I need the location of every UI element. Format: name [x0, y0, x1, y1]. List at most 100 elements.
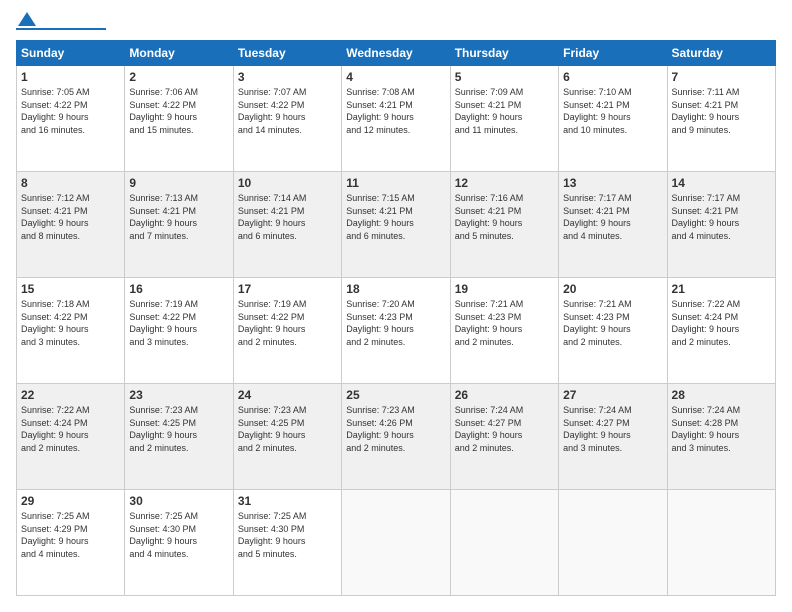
- day-number: 3: [238, 70, 337, 84]
- calendar-day-cell: 28 Sunrise: 7:24 AM Sunset: 4:28 PM Dayli…: [667, 384, 775, 490]
- calendar-day-cell: 19 Sunrise: 7:21 AM Sunset: 4:23 PM Dayli…: [450, 278, 558, 384]
- day-number: 27: [563, 388, 662, 402]
- day-number: 31: [238, 494, 337, 508]
- calendar-day-cell: 13 Sunrise: 7:17 AM Sunset: 4:21 PM Dayli…: [559, 172, 667, 278]
- day-info: Sunrise: 7:24 AM Sunset: 4:28 PM Dayligh…: [672, 404, 771, 454]
- day-number: 16: [129, 282, 228, 296]
- day-info: Sunrise: 7:25 AM Sunset: 4:30 PM Dayligh…: [129, 510, 228, 560]
- weekday-header-thursday: Thursday: [450, 41, 558, 66]
- day-number: 6: [563, 70, 662, 84]
- weekday-header-friday: Friday: [559, 41, 667, 66]
- calendar-day-cell: 5Sunrise: 7:09 AM Sunset: 4:21 PM Daylig…: [450, 66, 558, 172]
- calendar-week-row: 29 Sunrise: 7:25 AM Sunset: 4:29 PM Dayli…: [17, 490, 776, 596]
- day-info: Sunrise: 7:21 AM Sunset: 4:23 PM Dayligh…: [563, 298, 662, 348]
- calendar-day-cell: 31 Sunrise: 7:25 AM Sunset: 4:30 PM Dayli…: [233, 490, 341, 596]
- calendar-day-cell: 12 Sunrise: 7:16 AM Sunset: 4:21 PM Dayli…: [450, 172, 558, 278]
- day-number: 10: [238, 176, 337, 190]
- calendar-table: SundayMondayTuesdayWednesdayThursdayFrid…: [16, 40, 776, 596]
- day-number: 17: [238, 282, 337, 296]
- calendar-empty-cell: [559, 490, 667, 596]
- calendar-day-cell: 1 Sunrise: 7:05 AM Sunset: 4:22 PM Daylig…: [17, 66, 125, 172]
- day-number: 2: [129, 70, 228, 84]
- day-info: Sunrise: 7:22 AM Sunset: 4:24 PM Dayligh…: [21, 404, 120, 454]
- day-info: Sunrise: 7:12 AM Sunset: 4:21 PM Dayligh…: [21, 192, 120, 242]
- day-info: Sunrise: 7:08 AM Sunset: 4:21 PM Dayligh…: [346, 86, 445, 136]
- logo: [16, 16, 106, 30]
- day-info: Sunrise: 7:23 AM Sunset: 4:26 PM Dayligh…: [346, 404, 445, 454]
- day-info: Sunrise: 7:21 AM Sunset: 4:23 PM Dayligh…: [455, 298, 554, 348]
- calendar-day-cell: 22 Sunrise: 7:22 AM Sunset: 4:24 PM Dayli…: [17, 384, 125, 490]
- day-info: Sunrise: 7:07 AM Sunset: 4:22 PM Dayligh…: [238, 86, 337, 136]
- calendar-day-cell: 15 Sunrise: 7:18 AM Sunset: 4:22 PM Dayli…: [17, 278, 125, 384]
- day-number: 21: [672, 282, 771, 296]
- day-number: 18: [346, 282, 445, 296]
- calendar-day-cell: 26Sunrise: 7:24 AM Sunset: 4:27 PM Dayli…: [450, 384, 558, 490]
- day-info: Sunrise: 7:10 AM Sunset: 4:21 PM Dayligh…: [563, 86, 662, 136]
- calendar-day-cell: 14Sunrise: 7:17 AM Sunset: 4:21 PM Dayli…: [667, 172, 775, 278]
- day-info: Sunrise: 7:24 AM Sunset: 4:27 PM Dayligh…: [455, 404, 554, 454]
- day-info: Sunrise: 7:13 AM Sunset: 4:21 PM Dayligh…: [129, 192, 228, 242]
- day-number: 13: [563, 176, 662, 190]
- day-info: Sunrise: 7:09 AM Sunset: 4:21 PM Dayligh…: [455, 86, 554, 136]
- day-number: 30: [129, 494, 228, 508]
- day-number: 8: [21, 176, 120, 190]
- day-number: 23: [129, 388, 228, 402]
- weekday-header-wednesday: Wednesday: [342, 41, 450, 66]
- calendar-empty-cell: [450, 490, 558, 596]
- calendar-day-cell: 20Sunrise: 7:21 AM Sunset: 4:23 PM Dayli…: [559, 278, 667, 384]
- calendar-day-cell: 7 Sunrise: 7:11 AM Sunset: 4:21 PM Daylig…: [667, 66, 775, 172]
- day-number: 25: [346, 388, 445, 402]
- calendar-empty-cell: [342, 490, 450, 596]
- calendar-day-cell: 10 Sunrise: 7:14 AM Sunset: 4:21 PM Dayli…: [233, 172, 341, 278]
- calendar-day-cell: 25 Sunrise: 7:23 AM Sunset: 4:26 PM Dayli…: [342, 384, 450, 490]
- calendar-week-row: 1 Sunrise: 7:05 AM Sunset: 4:22 PM Daylig…: [17, 66, 776, 172]
- day-info: Sunrise: 7:24 AM Sunset: 4:27 PM Dayligh…: [563, 404, 662, 454]
- calendar-day-cell: 30 Sunrise: 7:25 AM Sunset: 4:30 PM Dayli…: [125, 490, 233, 596]
- day-number: 19: [455, 282, 554, 296]
- day-number: 28: [672, 388, 771, 402]
- calendar-day-cell: 6 Sunrise: 7:10 AM Sunset: 4:21 PM Daylig…: [559, 66, 667, 172]
- calendar-day-cell: 27 Sunrise: 7:24 AM Sunset: 4:27 PM Dayli…: [559, 384, 667, 490]
- day-number: 7: [672, 70, 771, 84]
- day-number: 14: [672, 176, 771, 190]
- day-number: 22: [21, 388, 120, 402]
- calendar-day-cell: 24Sunrise: 7:23 AM Sunset: 4:25 PM Dayli…: [233, 384, 341, 490]
- weekday-header-saturday: Saturday: [667, 41, 775, 66]
- day-number: 12: [455, 176, 554, 190]
- calendar-day-cell: 23 Sunrise: 7:23 AM Sunset: 4:25 PM Dayli…: [125, 384, 233, 490]
- day-info: Sunrise: 7:23 AM Sunset: 4:25 PM Dayligh…: [129, 404, 228, 454]
- day-info: Sunrise: 7:25 AM Sunset: 4:30 PM Dayligh…: [238, 510, 337, 560]
- day-number: 9: [129, 176, 228, 190]
- calendar-day-cell: 2 Sunrise: 7:06 AM Sunset: 4:22 PM Daylig…: [125, 66, 233, 172]
- page: SundayMondayTuesdayWednesdayThursdayFrid…: [0, 0, 792, 612]
- day-info: Sunrise: 7:14 AM Sunset: 4:21 PM Dayligh…: [238, 192, 337, 242]
- calendar-day-cell: 21 Sunrise: 7:22 AM Sunset: 4:24 PM Dayli…: [667, 278, 775, 384]
- day-info: Sunrise: 7:22 AM Sunset: 4:24 PM Dayligh…: [672, 298, 771, 348]
- day-number: 29: [21, 494, 120, 508]
- calendar-day-cell: 29 Sunrise: 7:25 AM Sunset: 4:29 PM Dayli…: [17, 490, 125, 596]
- header: [16, 16, 776, 30]
- day-info: Sunrise: 7:16 AM Sunset: 4:21 PM Dayligh…: [455, 192, 554, 242]
- day-info: Sunrise: 7:11 AM Sunset: 4:21 PM Dayligh…: [672, 86, 771, 136]
- calendar-day-cell: 9 Sunrise: 7:13 AM Sunset: 4:21 PM Daylig…: [125, 172, 233, 278]
- calendar-day-cell: 4Sunrise: 7:08 AM Sunset: 4:21 PM Daylig…: [342, 66, 450, 172]
- logo-underline: [16, 28, 106, 30]
- day-info: Sunrise: 7:19 AM Sunset: 4:22 PM Dayligh…: [238, 298, 337, 348]
- day-info: Sunrise: 7:19 AM Sunset: 4:22 PM Dayligh…: [129, 298, 228, 348]
- day-info: Sunrise: 7:17 AM Sunset: 4:21 PM Dayligh…: [563, 192, 662, 242]
- calendar-empty-cell: [667, 490, 775, 596]
- day-info: Sunrise: 7:05 AM Sunset: 4:22 PM Dayligh…: [21, 86, 120, 136]
- day-number: 15: [21, 282, 120, 296]
- day-info: Sunrise: 7:20 AM Sunset: 4:23 PM Dayligh…: [346, 298, 445, 348]
- day-info: Sunrise: 7:18 AM Sunset: 4:22 PM Dayligh…: [21, 298, 120, 348]
- day-info: Sunrise: 7:06 AM Sunset: 4:22 PM Dayligh…: [129, 86, 228, 136]
- calendar-week-row: 8 Sunrise: 7:12 AM Sunset: 4:21 PM Daylig…: [17, 172, 776, 278]
- day-info: Sunrise: 7:25 AM Sunset: 4:29 PM Dayligh…: [21, 510, 120, 560]
- calendar-week-row: 15 Sunrise: 7:18 AM Sunset: 4:22 PM Dayli…: [17, 278, 776, 384]
- logo-triangle-icon: [18, 12, 36, 26]
- calendar-day-cell: 8 Sunrise: 7:12 AM Sunset: 4:21 PM Daylig…: [17, 172, 125, 278]
- calendar-day-cell: 18 Sunrise: 7:20 AM Sunset: 4:23 PM Dayli…: [342, 278, 450, 384]
- day-number: 1: [21, 70, 120, 84]
- day-info: Sunrise: 7:15 AM Sunset: 4:21 PM Dayligh…: [346, 192, 445, 242]
- day-number: 24: [238, 388, 337, 402]
